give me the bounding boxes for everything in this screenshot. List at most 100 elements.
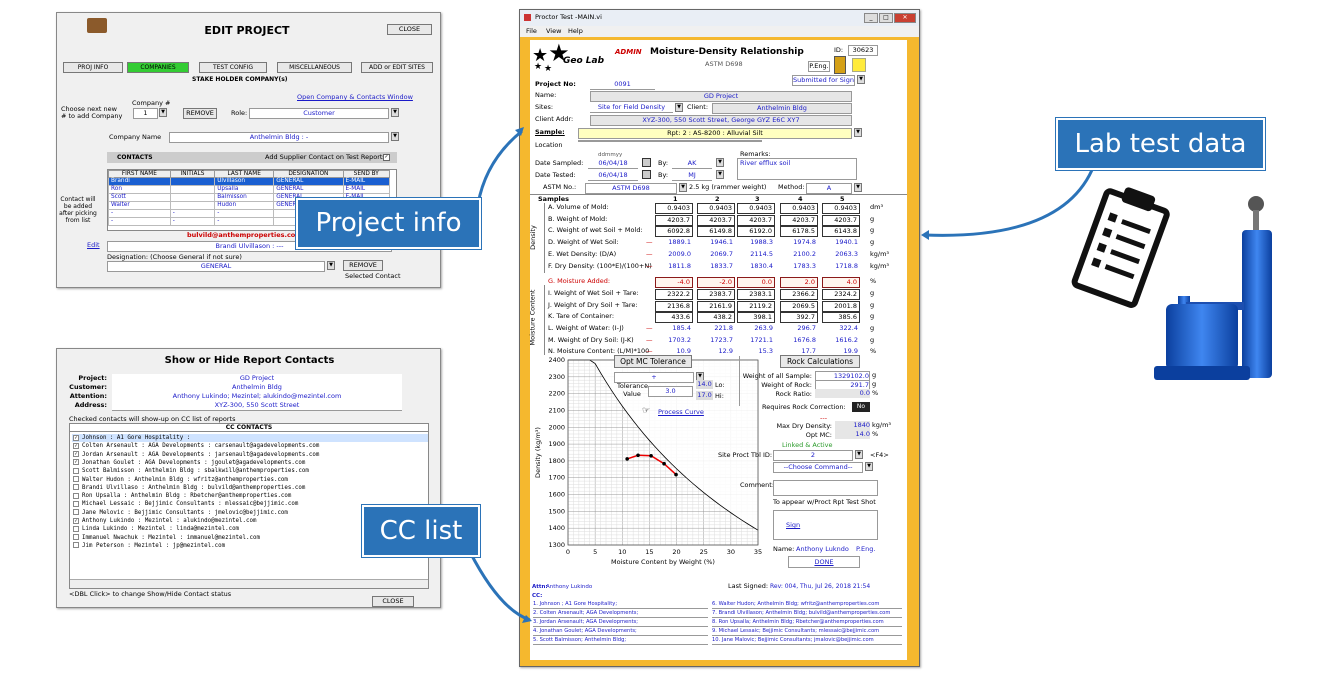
date-tested-field[interactable]: 06/04/18 [588,171,638,181]
data-cell[interactable]: 6092.8 [655,226,693,238]
cc-checkbox[interactable] [73,476,79,482]
chevron-down-icon[interactable]: ▼ [854,128,862,137]
contact-row[interactable]: Brandi Ulvillason GENERAL E-MAIL [108,177,390,186]
calendar-icon[interactable] [642,158,651,167]
command-select[interactable]: --Choose Command-- [773,462,863,473]
comment-field[interactable] [773,480,878,496]
open-company-link[interactable]: Open Company & Contacts Window [297,93,413,102]
data-cell[interactable]: 2383.7 [697,288,735,300]
astm-select[interactable]: ASTM D698 [585,183,677,194]
sign-link[interactable]: Sign [786,521,800,530]
sticky-note-icon[interactable] [852,58,866,72]
chevron-down-icon[interactable]: ▼ [716,170,724,179]
data-cell[interactable]: 4203.7 [655,214,693,226]
cc-contact-row[interactable]: Walter Hudon : Anthelmin Bldg : wfritz@a… [72,476,428,484]
cc-checkbox[interactable] [73,525,79,532]
data-cell[interactable]: 2.0 [780,277,818,289]
site-tbl-select[interactable]: 2 [773,450,853,461]
chevron-down-icon[interactable]: ▼ [855,450,863,459]
data-cell[interactable]: 385.6 [822,312,860,324]
tab-miscellaneous[interactable]: MISCELLANEOUS [277,62,352,73]
data-cell[interactable]: 2322.2 [655,288,693,300]
cc-checkbox[interactable] [73,467,79,474]
chevron-down-icon[interactable]: ▼ [391,132,399,141]
menu-file[interactable]: File [526,27,537,36]
data-cell[interactable]: 2324.2 [822,288,860,300]
close-button[interactable]: CLOSE [387,24,432,35]
data-cell[interactable]: 6149.8 [697,226,735,238]
by2-select[interactable]: MJ [672,171,712,181]
data-cell[interactable]: 2069.5 [780,300,818,312]
cc-checkbox[interactable]: ✓ [73,517,79,524]
sample-field[interactable]: Rpt: 2 : AS-8200 : Alluvial Silt [578,128,852,139]
submitted-select[interactable]: Submitted for Sign [792,75,855,86]
minimize-button[interactable]: _ [864,13,878,23]
data-cell[interactable]: 438.2 [697,312,735,324]
close-button[interactable]: CLOSE [372,596,414,607]
client-addr-field[interactable]: XYZ-300, 550 Scott Street, George GYZ E6… [590,115,852,126]
close-window-button[interactable]: ✕ [894,13,916,23]
cc-checkbox[interactable]: ✓ [73,459,79,466]
menu-view[interactable]: View [546,27,561,36]
calendar-icon[interactable] [642,170,651,179]
remarks-field[interactable]: River efflux soil [737,158,857,180]
location-field[interactable] [578,140,762,142]
data-cell[interactable]: 2161.9 [697,300,735,312]
rock-corr-toggle[interactable]: No [852,402,870,412]
data-cell[interactable]: 0.9403 [737,203,775,214]
chevron-down-icon[interactable]: ▼ [327,261,335,270]
cc-checkbox[interactable]: ✓ [73,451,79,458]
cc-checkbox[interactable] [73,484,79,491]
process-curve-link[interactable]: Process Curve [658,408,704,417]
tolerance-field[interactable]: 3.0 [648,386,693,397]
tab-proj-info[interactable]: PROJ INFO [63,62,123,73]
cc-checkbox[interactable] [73,492,79,499]
cc-contact-row[interactable]: ✓ Johnson : A1 Gore Hospitality : [72,434,428,443]
cc-checkbox[interactable] [73,534,79,541]
data-cell[interactable]: 2366.2 [780,288,818,300]
cc-checkbox[interactable]: ✓ [73,434,79,441]
data-cell[interactable]: 6143.8 [822,226,860,238]
data-cell[interactable]: 0.0 [737,277,775,289]
data-cell[interactable]: 2001.8 [822,300,860,312]
data-cell[interactable]: 433.6 [655,312,693,324]
cc-contact-row[interactable]: Ron Upsalla : Anthelmin Bldg : Rbetcher@… [72,492,428,500]
chevron-down-icon[interactable]: ▼ [854,183,862,192]
data-cell[interactable]: 4203.7 [780,214,818,226]
tab-test-config[interactable]: TEST CONFIG [199,62,267,73]
cc-contact-row[interactable]: Scott Balmisson : Anthelmin Bldg : sbalk… [72,467,428,475]
tab-add-edit-sites[interactable]: ADD or EDIT SITES [361,62,433,73]
by1-select[interactable]: AK [672,159,712,169]
name-field[interactable]: GD Project [590,91,852,102]
chevron-down-icon[interactable]: ▼ [857,75,865,84]
rock-calculations-button[interactable]: Rock Calculations [780,355,860,368]
data-cell[interactable]: 0.9403 [655,203,693,214]
data-cell[interactable]: 2119.2 [737,300,775,312]
designation-select[interactable]: GENERAL [107,261,325,272]
company-no-select[interactable]: 1 [133,108,158,119]
cc-checkbox[interactable]: ✓ [73,442,79,449]
cc-contact-row[interactable]: ✓ Jordan Arsenault : AGA Developments : j… [72,451,428,459]
opt-mc-tolerance-button[interactable]: Opt MC Tolerance [614,355,692,368]
chevron-down-icon[interactable]: ▼ [159,108,167,117]
company-name-select[interactable]: Anthelmin Bldg : - [169,132,389,143]
remove-contact-button[interactable]: REMOVE [343,260,383,271]
remove-company-button[interactable]: REMOVE [183,108,217,119]
cc-checkbox[interactable] [73,509,79,516]
data-cell[interactable]: -2.0 [697,277,735,289]
client-field[interactable]: Anthelmin Bldg [712,103,852,114]
site-select[interactable]: Site for Field Density [590,103,673,113]
data-cell[interactable]: 4203.7 [822,214,860,226]
method-select[interactable]: A [806,183,852,194]
data-cell[interactable]: -4.0 [655,277,693,289]
data-cell[interactable]: 398.1 [737,312,775,324]
data-cell[interactable]: 0.9403 [780,203,818,214]
date-sampled-field[interactable]: 06/04/18 [588,159,638,169]
data-cell[interactable]: 0.9403 [822,203,860,214]
data-cell[interactable]: 4203.7 [697,214,735,226]
edit-link[interactable]: Edit [87,241,100,250]
cc-contact-row[interactable]: Brandi Ulvillaso : Anthelmin Bldg : bulv… [72,484,428,492]
chevron-down-icon[interactable]: ▼ [865,462,873,471]
chevron-down-icon[interactable]: ▼ [679,183,687,192]
cc-checkbox[interactable] [73,500,79,507]
